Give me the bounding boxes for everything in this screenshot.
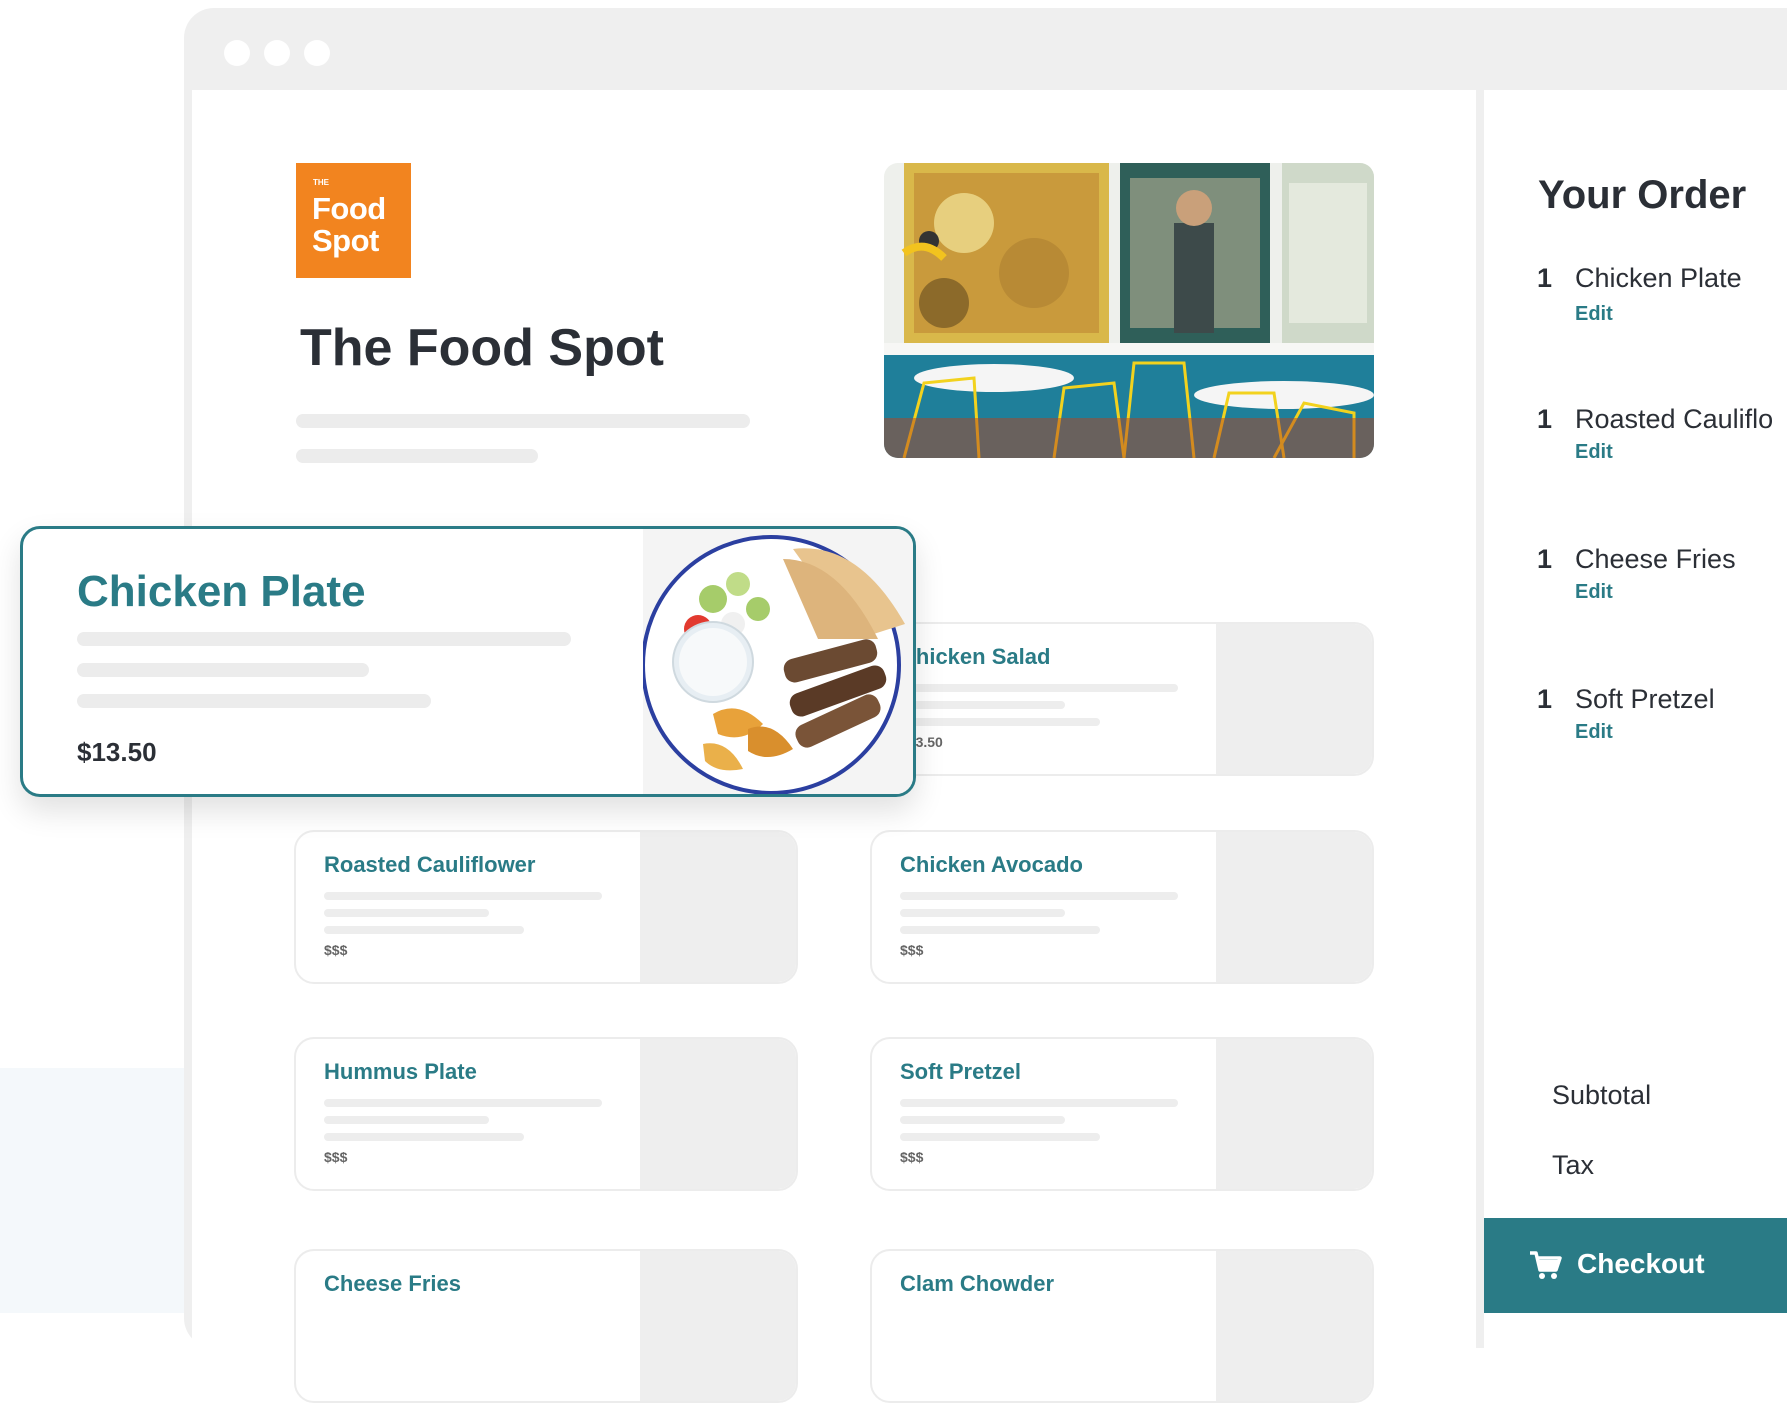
menu-item-description-placeholder <box>900 1099 1178 1107</box>
chicken-plate-photo <box>641 529 913 794</box>
menu-item-name: Chicken Salad <box>900 644 1051 669</box>
menu-item-image-placeholder <box>1216 624 1372 774</box>
featured-description-placeholder <box>77 694 431 708</box>
menu-item-name: Hummus Plate <box>324 1059 477 1084</box>
order-item-edit-link[interactable]: Edit <box>1575 441 1613 464</box>
menu-item-description-placeholder <box>900 909 1065 917</box>
menu-item-image-placeholder <box>1216 1251 1372 1401</box>
menu-item-name: Soft Pretzel <box>900 1059 1022 1084</box>
featured-item-name: Chicken Plate <box>77 567 366 616</box>
menu-item-description-placeholder <box>324 892 602 900</box>
menu-item-name: Clam Chowder <box>900 1271 1055 1296</box>
menu-item-description-placeholder <box>324 909 489 917</box>
browser-titlebar <box>184 8 1787 90</box>
food-plate-image <box>641 529 913 794</box>
order-item-name: Soft Pretzel <box>1575 684 1715 714</box>
menu-item-card[interactable]: Chicken Salad $13.50 <box>870 622 1374 776</box>
menu-item-price: $$$ <box>324 1149 348 1165</box>
order-item-edit-link[interactable]: Edit <box>1575 303 1613 326</box>
checkout-button[interactable]: Checkout <box>1484 1218 1787 1313</box>
menu-item-price: $$$ <box>324 942 348 958</box>
window-close-dot[interactable] <box>224 40 250 66</box>
restaurant-photo <box>884 163 1374 458</box>
menu-item-price: $$$ <box>900 942 924 958</box>
restaurant-name: The Food Spot <box>300 319 664 377</box>
window-minimize-dot[interactable] <box>264 40 290 66</box>
description-placeholder-line <box>296 449 538 463</box>
menu-item-card[interactable]: Soft Pretzel $$$ <box>870 1037 1374 1191</box>
logo-food-text: Food <box>312 191 386 226</box>
order-item-quantity: 1 <box>1537 544 1553 574</box>
menu-item-description-placeholder <box>900 926 1100 934</box>
checkout-label: Checkout <box>1577 1248 1705 1279</box>
menu-item-image-placeholder <box>1216 832 1372 982</box>
menu-item-description-placeholder <box>324 1116 489 1124</box>
order-item-name: Cheese Fries <box>1575 544 1736 574</box>
subtotal-label: Subtotal <box>1552 1080 1652 1110</box>
restaurant-logo: THE Food Spot <box>296 163 411 278</box>
menu-item-card[interactable]: Clam Chowder <box>870 1249 1374 1403</box>
featured-item-price: $13.50 <box>77 737 157 767</box>
featured-description-placeholder <box>77 632 571 646</box>
menu-item-name: Roasted Cauliflower <box>324 852 536 877</box>
menu-item-card[interactable]: Roasted Cauliflower $$$ <box>294 830 798 984</box>
order-item-quantity: 1 <box>1537 263 1553 293</box>
menu-item-card[interactable]: Chicken Avocado $$$ <box>870 830 1374 984</box>
order-title: Your Order <box>1538 173 1747 217</box>
logo-spot-text: Spot <box>312 223 379 258</box>
menu-item-image-placeholder <box>640 1039 796 1189</box>
order-item-edit-link[interactable]: Edit <box>1575 721 1613 744</box>
menu-item-description-placeholder <box>900 684 1178 692</box>
menu-item-card[interactable]: Hummus Plate $$$ <box>294 1037 798 1191</box>
order-item-quantity: 1 <box>1537 404 1553 434</box>
order-item-name: Chicken Plate <box>1575 263 1742 293</box>
menu-item-price: $$$ <box>900 1149 924 1165</box>
menu-item-image-placeholder <box>1216 1039 1372 1189</box>
order-item-name: Roasted Cauliflo <box>1575 404 1774 434</box>
cafe-interior-image <box>884 163 1374 458</box>
logo-the-text: THE <box>313 178 329 187</box>
description-placeholder-line <box>296 414 750 428</box>
featured-description-placeholder <box>77 663 369 677</box>
menu-item-description-placeholder <box>900 1133 1100 1141</box>
window-maximize-dot[interactable] <box>304 40 330 66</box>
menu-item-description-placeholder <box>900 701 1065 709</box>
menu-item-card[interactable]: Cheese Fries <box>294 1249 798 1403</box>
menu-item-description-placeholder <box>900 892 1178 900</box>
menu-item-name: Chicken Avocado <box>900 852 1083 877</box>
tax-label: Tax <box>1552 1150 1595 1180</box>
menu-item-description-placeholder <box>900 718 1100 726</box>
featured-item-card[interactable]: Chicken Plate $13.50 <box>20 526 916 797</box>
cart-icon <box>1530 1251 1562 1279</box>
menu-item-description-placeholder <box>900 1116 1065 1124</box>
menu-item-description-placeholder <box>324 1099 602 1107</box>
menu-item-image-placeholder <box>640 832 796 982</box>
menu-item-description-placeholder <box>324 926 524 934</box>
order-item-edit-link[interactable]: Edit <box>1575 581 1613 604</box>
order-item-quantity: 1 <box>1537 684 1553 714</box>
menu-item-name: Cheese Fries <box>324 1271 461 1296</box>
menu-item-description-placeholder <box>324 1133 524 1141</box>
menu-item-image-placeholder <box>640 1251 796 1401</box>
